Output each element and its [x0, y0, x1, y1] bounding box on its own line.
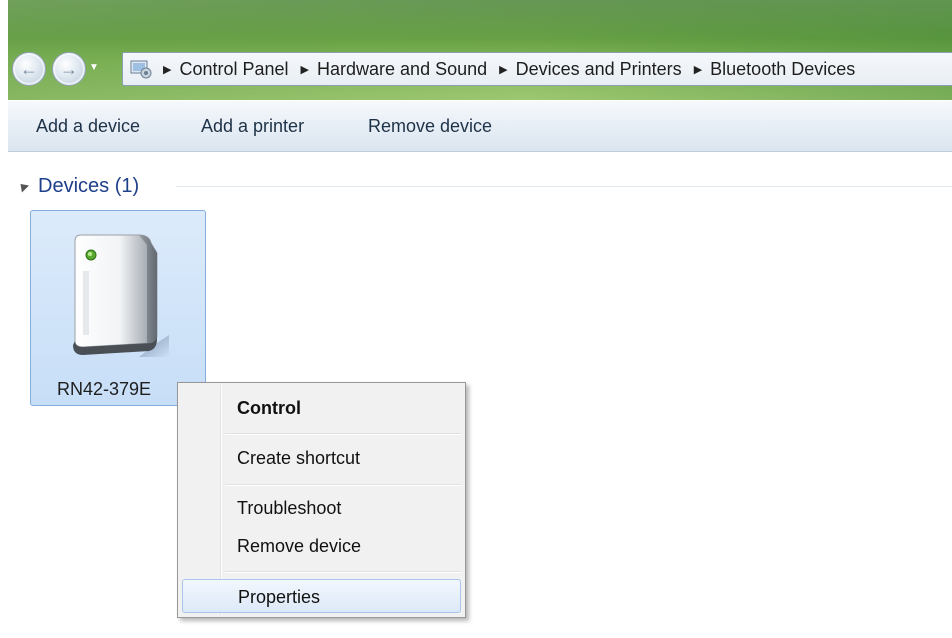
menu-item-label: Remove device	[237, 536, 362, 556]
chevron-right-icon[interactable]: ▶	[163, 63, 171, 76]
devices-group-header[interactable]: Devices (1)	[16, 172, 140, 200]
control-panel-icon	[130, 60, 152, 79]
breadcrumb-bluetooth-devices[interactable]: Bluetooth Devices	[710, 59, 855, 80]
menu-item-label: Troubleshoot	[237, 498, 342, 518]
breadcrumb-control-panel[interactable]: Control Panel	[179, 59, 288, 80]
menu-item-troubleshoot[interactable]: Troubleshoot	[182, 491, 461, 525]
menu-item-remove-device[interactable]: Remove device	[182, 529, 461, 563]
back-button[interactable]: ←	[12, 52, 46, 86]
devices-group-title: Devices (1)	[38, 174, 140, 197]
chevron-right-icon[interactable]: ▶	[301, 63, 309, 76]
menu-item-label: Create shortcut	[237, 448, 361, 468]
chevron-down-icon: ▼	[89, 62, 99, 73]
triangle-expanded-icon[interactable]	[16, 179, 30, 193]
address-bar[interactable]: ▶ Control Panel ▶ Hardware and Sound ▶ D…	[122, 52, 952, 86]
menu-item-create-shortcut[interactable]: Create shortcut	[182, 441, 461, 475]
forward-button[interactable]: →	[52, 52, 86, 86]
breadcrumb-devices-and-printers[interactable]: Devices and Printers	[516, 59, 682, 80]
menu-item-label: Control	[237, 398, 301, 418]
breadcrumb-hardware-and-sound[interactable]: Hardware and Sound	[317, 59, 487, 80]
forward-arrow-icon: →	[60, 58, 78, 79]
back-arrow-icon: ←	[20, 58, 38, 79]
menu-separator	[225, 433, 461, 435]
remove-device-button[interactable]: Remove device	[368, 116, 492, 137]
menu-item-properties[interactable]: Properties	[182, 579, 461, 613]
device-label: RN42-379E	[56, 379, 152, 399]
add-printer-button[interactable]: Add a printer	[201, 116, 304, 137]
chevron-right-icon[interactable]: ▶	[694, 63, 702, 76]
context-menu: Control Create shortcut Troubleshoot Rem…	[177, 382, 466, 618]
command-bar: Add a device Add a printer Remove device	[8, 100, 952, 152]
recent-pages-dropdown[interactable]: ▼	[88, 62, 100, 74]
menu-item-control[interactable]: Control	[182, 391, 461, 425]
menu-item-label: Properties	[238, 587, 321, 607]
menu-separator	[225, 484, 461, 486]
chevron-right-icon[interactable]: ▶	[499, 63, 507, 76]
titlebar-glow	[8, 0, 952, 40]
device-tile-rn42-379e[interactable]: RN42-379E	[30, 210, 206, 406]
add-device-button[interactable]: Add a device	[36, 116, 140, 137]
menu-separator	[225, 571, 461, 573]
bluetooth-device-icon	[73, 234, 169, 357]
group-divider	[176, 186, 952, 187]
